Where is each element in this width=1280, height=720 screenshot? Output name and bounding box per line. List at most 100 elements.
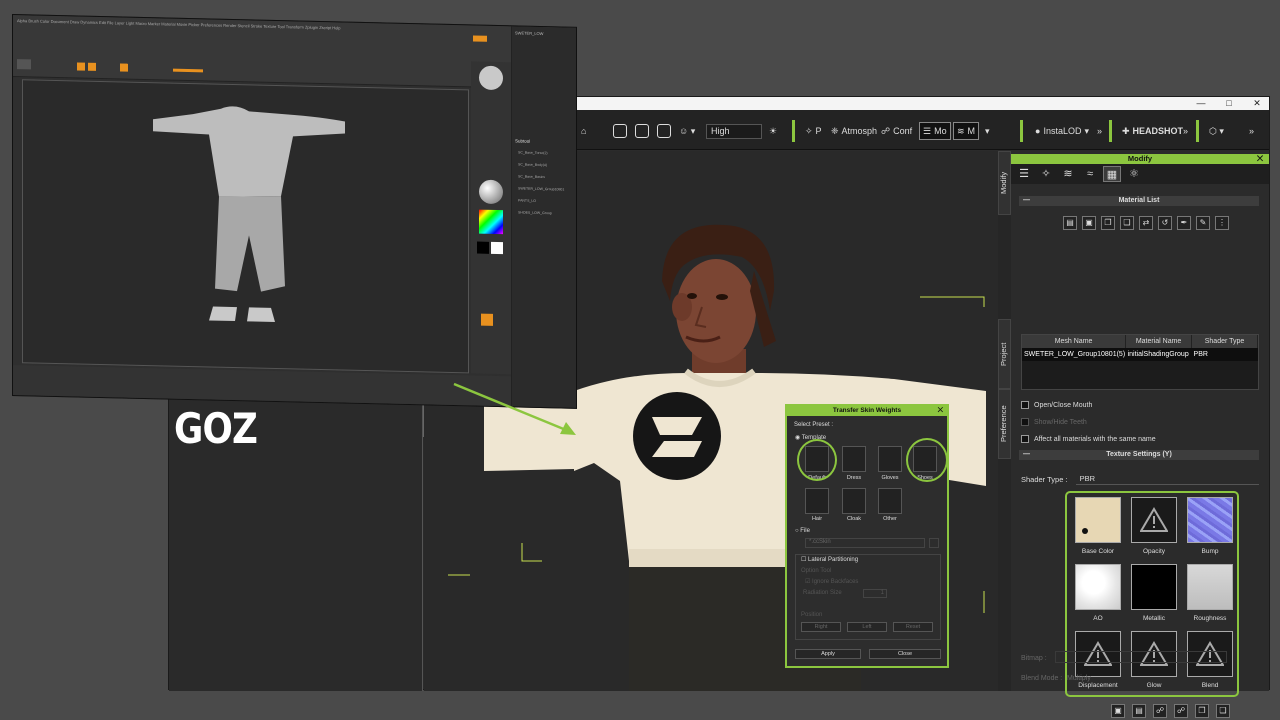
tab-modify[interactable]: Modify bbox=[998, 151, 1011, 215]
toolbar-headshot[interactable]: ✚ HEADSHOT bbox=[1122, 122, 1183, 140]
material-preview[interactable] bbox=[479, 179, 503, 205]
grid-icon[interactable] bbox=[635, 122, 649, 140]
physics-icon[interactable]: ≈ bbox=[1081, 166, 1099, 182]
texture-slot-roughness[interactable]: Roughness bbox=[1185, 564, 1235, 631]
material-icon[interactable]: ▦ bbox=[1103, 166, 1121, 182]
texture-slot-blend[interactable]: Blend bbox=[1185, 631, 1235, 698]
preset-other[interactable] bbox=[878, 488, 902, 514]
edit-mode-button[interactable] bbox=[77, 62, 85, 71]
subtool-item[interactable]: SWETER_LOW_Group10801 bbox=[518, 186, 564, 191]
brush-icon[interactable]: ✎ bbox=[1196, 216, 1210, 230]
preset-dress[interactable] bbox=[842, 446, 866, 472]
motion-icon[interactable]: ✧ bbox=[1037, 166, 1055, 182]
texture-slot-bump[interactable]: Bump bbox=[1185, 497, 1235, 564]
affect-all-checkbox[interactable]: Affect all materials with the same name bbox=[1021, 435, 1156, 443]
copy-icon[interactable]: ❐ bbox=[1195, 704, 1209, 718]
preset-cloak[interactable] bbox=[842, 488, 866, 514]
subtool-item[interactable]: SC_Base_Body(4) bbox=[518, 162, 547, 167]
toolbar-dropdown-icon[interactable]: ▾ bbox=[985, 122, 990, 140]
z-intensity-slider[interactable] bbox=[173, 68, 203, 73]
sliders-icon[interactable]: ☰ bbox=[1015, 166, 1033, 182]
morph-icon[interactable]: ≋ bbox=[1059, 166, 1077, 182]
reset-icon[interactable]: ↺ bbox=[1158, 216, 1172, 230]
home-page-button[interactable] bbox=[17, 59, 31, 70]
file-radio[interactable]: ○ File bbox=[795, 528, 810, 534]
close-icon[interactable]: ⨉ bbox=[938, 406, 943, 416]
toolbar-p[interactable]: ✧ P bbox=[805, 122, 822, 140]
open-close-mouth-checkbox[interactable]: Open/Close Mouth bbox=[1021, 401, 1092, 409]
minimize-button[interactable]: — bbox=[1187, 97, 1215, 110]
chevron-right-icon[interactable]: » bbox=[1183, 122, 1188, 140]
texture-slot-ao[interactable]: AO bbox=[1073, 564, 1123, 631]
frame-button[interactable] bbox=[481, 313, 493, 326]
chevron-right-icon[interactable]: » bbox=[1097, 122, 1102, 140]
ignore-backfaces-checkbox[interactable]: ☑ Ignore Backfaces bbox=[805, 578, 858, 585]
save-icon[interactable]: ▣ bbox=[1082, 216, 1096, 230]
tab-project[interactable]: Project bbox=[998, 319, 1011, 389]
draw-mode-button[interactable] bbox=[88, 62, 96, 71]
paste-icon[interactable]: ❑ bbox=[1216, 704, 1230, 718]
texture-slot-glow[interactable]: Glow bbox=[1129, 631, 1179, 698]
load-icon[interactable]: ▤ bbox=[1132, 704, 1146, 718]
preset-gloves[interactable] bbox=[878, 446, 902, 472]
show-hide-teeth-checkbox[interactable]: Show/Hide Teeth bbox=[1021, 418, 1087, 426]
picker-icon[interactable]: ✒ bbox=[1177, 216, 1191, 230]
browse-icon[interactable] bbox=[929, 538, 939, 548]
shader-type-select[interactable]: PBR bbox=[1075, 473, 1259, 485]
home-icon[interactable]: ⌂ bbox=[581, 122, 586, 140]
toolbar-instalod[interactable]: ● InstaLOD ▾ bbox=[1035, 122, 1089, 140]
maximize-button[interactable]: □ bbox=[1215, 97, 1243, 110]
frame-icon[interactable] bbox=[657, 122, 671, 140]
tab-preference[interactable]: Preference bbox=[998, 389, 1011, 459]
preset-hair[interactable] bbox=[805, 488, 829, 514]
load-icon[interactable]: ▤ bbox=[1063, 216, 1077, 230]
subtool-item[interactable]: SC_Base_Torso(2) bbox=[518, 150, 548, 155]
zbrush-menubar[interactable]: Alpha Brush Color Document Draw Dynamics… bbox=[17, 18, 341, 30]
chevron-right-icon[interactable]: » bbox=[1249, 122, 1254, 140]
apply-button[interactable]: Apply bbox=[795, 649, 861, 659]
table-row[interactable]: SWETER_LOW_Group10801(5) initialShadingG… bbox=[1022, 348, 1258, 361]
lateral-partitioning-checkbox[interactable]: ☐ Lateral Partitioning bbox=[801, 556, 858, 563]
close-icon[interactable]: ⨉ bbox=[1257, 154, 1263, 164]
texture-slot-displacement[interactable]: Displacement bbox=[1073, 631, 1123, 698]
subtool-item[interactable]: PANTS_LO bbox=[518, 198, 536, 202]
scale-mode-button[interactable] bbox=[120, 63, 128, 72]
copy-icon[interactable]: ❐ bbox=[1101, 216, 1115, 230]
toolbar-mo[interactable]: ☰ Mo bbox=[919, 122, 951, 140]
paste-icon[interactable]: ❑ bbox=[1120, 216, 1134, 230]
atom-icon[interactable]: ⚛ bbox=[1125, 166, 1143, 182]
subtool-item[interactable]: SC_Base_Basics bbox=[518, 174, 545, 179]
color-picker[interactable] bbox=[479, 209, 503, 235]
file-input[interactable]: *.ccSkin bbox=[805, 538, 925, 548]
material-list-bar[interactable]: — Material List bbox=[1019, 196, 1259, 206]
light-icon[interactable]: ☀ bbox=[769, 122, 777, 140]
right-button[interactable]: Right bbox=[801, 622, 841, 632]
texture-slot-opacity[interactable]: Opacity bbox=[1129, 497, 1179, 564]
texture-settings-bar[interactable]: — Texture Settings (Y) bbox=[1019, 450, 1259, 460]
close-button[interactable]: ✕ bbox=[1243, 97, 1271, 110]
zbrush-canvas[interactable] bbox=[22, 79, 469, 374]
texture-slot-base-color[interactable]: Base Color bbox=[1073, 497, 1123, 564]
more-icon[interactable]: ⋮ bbox=[1215, 216, 1229, 230]
reset-button[interactable]: Reset bbox=[893, 622, 933, 632]
brush-preview[interactable] bbox=[479, 65, 503, 91]
toolbar-conf[interactable]: ☍ Conf bbox=[881, 122, 912, 140]
left-button[interactable]: Left bbox=[847, 622, 887, 632]
toolbar-m[interactable]: ≋ M bbox=[953, 122, 980, 140]
subtool-header[interactable]: Subtool bbox=[515, 138, 530, 143]
default-zscript-button[interactable] bbox=[473, 35, 487, 42]
quality-select[interactable]: High bbox=[706, 122, 762, 140]
import-icon[interactable] bbox=[613, 122, 627, 140]
radiation-size-input[interactable]: 1 bbox=[863, 589, 887, 598]
toolbar-atmosphere[interactable]: ❈ Atmosph bbox=[831, 122, 877, 140]
blend-mode-select[interactable]: Multiply bbox=[1067, 675, 1091, 682]
close-button[interactable]: Close bbox=[869, 649, 941, 659]
face-icon[interactable]: ☺ ▾ bbox=[679, 122, 695, 140]
subtool-item[interactable]: SHOES_LOW_Group bbox=[518, 210, 552, 215]
swap-icon[interactable]: ⇄ bbox=[1139, 216, 1153, 230]
save-icon[interactable]: ▣ bbox=[1111, 704, 1125, 718]
cube-icon[interactable]: ⬡ ▾ bbox=[1209, 122, 1224, 140]
texture-slot-metallic[interactable]: Metallic bbox=[1129, 564, 1179, 631]
bitmap-field[interactable] bbox=[1055, 651, 1227, 663]
secondary-color[interactable] bbox=[491, 241, 503, 255]
